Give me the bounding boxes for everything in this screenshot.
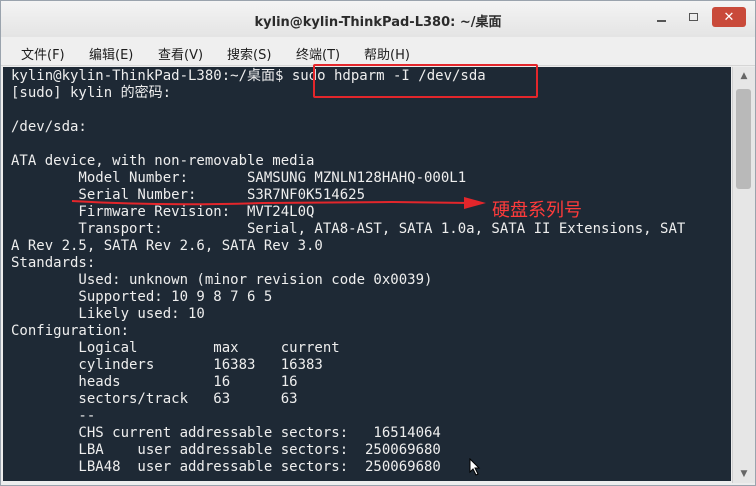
terminal-line: -- — [11, 408, 96, 424]
minimize-icon — [656, 20, 666, 22]
title-bar[interactable]: kylin@kylin-ThinkPad-L380: ~/桌面 ✕ — [1, 1, 755, 37]
maximize-icon — [688, 13, 698, 21]
terminal-line: heads 16 16 — [11, 374, 298, 390]
terminal-line: Logical max current — [11, 340, 340, 356]
terminal-line: Supported: 10 9 8 7 6 5 — [11, 289, 273, 305]
terminal-line: LBA48 user addressable sectors: 25006968… — [11, 459, 441, 475]
maximize-button[interactable] — [682, 7, 704, 27]
terminal-window: kylin@kylin-ThinkPad-L380: ~/桌面 ✕ 文件(F) … — [0, 0, 756, 486]
menu-help[interactable]: 帮助(H) — [364, 44, 410, 63]
annotation-label: 硬盘系列号 — [492, 200, 582, 221]
terminal-line: LBA user addressable sectors: 250069680 — [11, 442, 441, 458]
scroll-down-icon[interactable]: ▼ — [733, 467, 755, 481]
terminal-line: Likely used: 10 — [11, 306, 205, 322]
terminal-line: Transport: Serial, ATA8-AST, SATA 1.0a, … — [11, 221, 686, 237]
terminal-line: [sudo] kylin 的密码: — [11, 85, 172, 101]
menu-bar: 文件(F) 编辑(E) 查看(V) 搜索(S) 终端(T) 帮助(H) — [1, 37, 755, 66]
menu-edit[interactable]: 编辑(E) — [89, 44, 133, 63]
minimize-button[interactable] — [650, 7, 672, 27]
menu-terminal[interactable]: 终端(T) — [296, 44, 340, 63]
terminal-line: Standards: — [11, 255, 96, 271]
scroll-up-icon[interactable]: ▲ — [733, 69, 755, 83]
terminal-line: CHS current addressable sectors: 1651406… — [11, 425, 441, 441]
terminal-line: /dev/sda: — [11, 119, 87, 135]
terminal-line-serial: Serial Number: S3R7NF0K514625 — [11, 187, 366, 203]
window-title: kylin@kylin-ThinkPad-L380: ~/桌面 — [254, 15, 502, 30]
terminal-line-prompt: kylin@kylin-ThinkPad-L380:~/桌面$ sudo hdp… — [11, 68, 486, 84]
terminal-line: Configuration: — [11, 323, 130, 339]
terminal-line: A Rev 2.5, SATA Rev 2.6, SATA Rev 3.0 — [11, 238, 323, 254]
vertical-scrollbar[interactable]: ▲ ▼ — [732, 67, 755, 483]
close-button[interactable]: ✕ — [712, 7, 746, 27]
terminal-line: Model Number: SAMSUNG MZNLN128HAHQ-000L1 — [11, 170, 467, 186]
menu-view[interactable]: 查看(V) — [158, 44, 203, 63]
menu-file[interactable]: 文件(F) — [21, 44, 65, 63]
terminal-line: Firmware Revision: MVT24L0Q — [11, 204, 315, 220]
close-icon: ✕ — [723, 9, 735, 25]
terminal-line: sectors/track 63 63 — [11, 391, 298, 407]
scrollbar-thumb[interactable] — [736, 89, 751, 189]
terminal-output[interactable]: kylin@kylin-ThinkPad-L380:~/桌面$ sudo hdp… — [3, 67, 731, 481]
terminal-line: ATA device, with non-removable media — [11, 153, 315, 169]
terminal-line: Used: unknown (minor revision code 0x003… — [11, 272, 433, 288]
terminal-line: cylinders 16383 16383 — [11, 357, 323, 373]
menu-search[interactable]: 搜索(S) — [227, 44, 271, 63]
